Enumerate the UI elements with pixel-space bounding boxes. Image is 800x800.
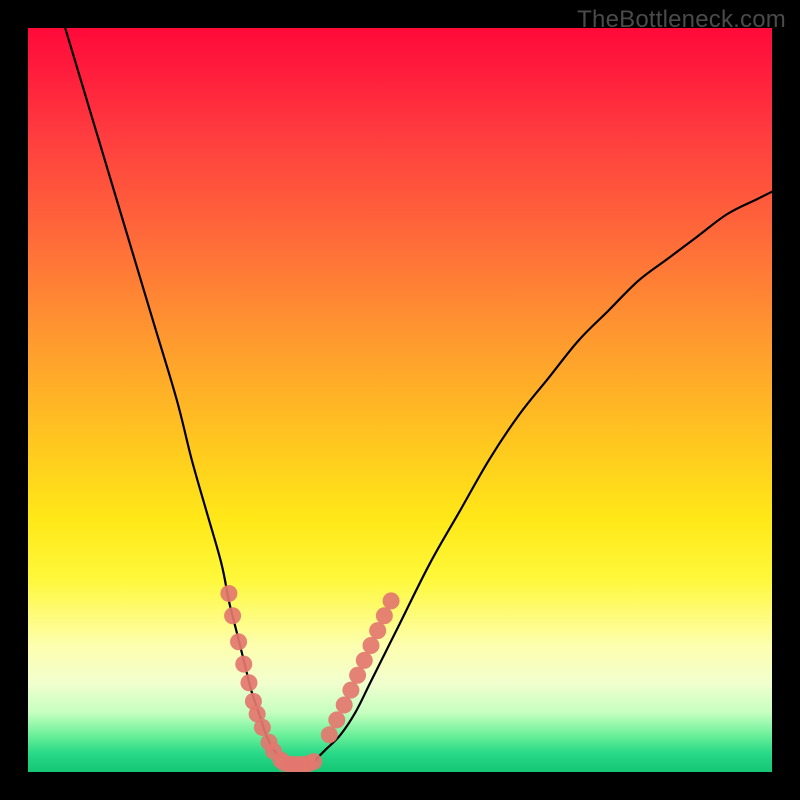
data-marker [349, 667, 366, 684]
data-marker [321, 726, 338, 743]
data-marker [376, 607, 393, 624]
chart-svg [28, 28, 772, 772]
marker-group-flat [276, 753, 322, 772]
data-marker [305, 753, 322, 770]
data-marker [328, 711, 345, 728]
plot-area [28, 28, 772, 772]
data-marker [383, 592, 400, 609]
watermark-text: TheBottleneck.com [577, 6, 786, 34]
data-marker [342, 682, 359, 699]
marker-group-right [321, 592, 400, 743]
data-marker [362, 637, 379, 654]
data-marker [220, 585, 237, 602]
data-marker [230, 633, 247, 650]
data-marker [336, 697, 353, 714]
marker-group-left [220, 585, 289, 769]
chart-frame: TheBottleneck.com [0, 0, 800, 800]
data-marker [369, 622, 386, 639]
data-marker [224, 607, 241, 624]
data-marker [356, 652, 373, 669]
data-marker [254, 719, 271, 736]
bottleneck-curve [65, 28, 772, 765]
data-marker [235, 656, 252, 673]
data-marker [240, 674, 257, 691]
